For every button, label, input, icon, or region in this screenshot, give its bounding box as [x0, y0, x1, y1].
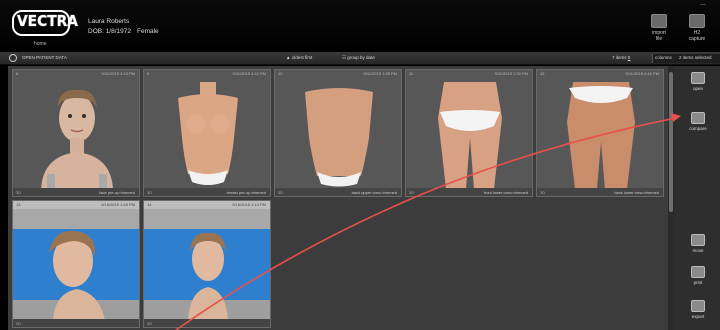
print-button[interactable]: print — [684, 266, 712, 285]
torso-front-image — [144, 78, 270, 189]
group-by-date-toggle[interactable]: ☷ group by date — [342, 55, 375, 61]
patient-name: Laura Roberts — [88, 18, 130, 25]
import-icon — [651, 14, 667, 28]
tile-number: 14 — [147, 202, 152, 207]
h2-capture-button[interactable]: H2 capture — [680, 14, 714, 42]
gender-text: Female — [137, 28, 159, 35]
home-label: home — [34, 41, 47, 47]
export-button[interactable]: export — [684, 300, 712, 319]
torso-back-image — [275, 78, 401, 189]
open-patient-icon[interactable] — [9, 54, 17, 62]
hips-back-image — [537, 78, 663, 189]
tile-type: 3D — [16, 189, 22, 195]
camera-icon — [689, 14, 705, 28]
export-label: export — [691, 314, 705, 319]
open-label: open — [692, 86, 703, 91]
tile-number: 10 — [278, 71, 283, 76]
tile-number: 13 — [16, 202, 21, 207]
tile-type: 3D — [278, 189, 284, 195]
minimize-icon[interactable]: — — [700, 2, 706, 8]
move-label: move — [692, 248, 704, 253]
thumbnail-tile[interactable]: 13 9/16/2015 1:28 PM 2D — [12, 200, 140, 328]
tile-number: 9 — [147, 71, 150, 76]
tile-number: 11 — [409, 71, 414, 76]
tile-caption: face pre-op trimmed — [99, 189, 135, 195]
tile-caption: breast pre-op trimmed — [226, 189, 266, 195]
tile-type: 2D — [16, 320, 22, 326]
view-options-bar: OPEN PATIENT DATA ▲ oldest first ☷ group… — [0, 52, 720, 65]
import-file-button[interactable]: import file — [642, 14, 676, 42]
compare-icon — [691, 112, 705, 124]
move-icon — [691, 234, 705, 246]
tile-number: 12 — [540, 71, 545, 76]
tile-date: 9/11/2015 1:28 PM — [363, 71, 397, 76]
logo-text: VECTRA — [17, 12, 78, 30]
open-button[interactable]: open — [684, 72, 712, 91]
move-button[interactable]: move — [684, 234, 712, 253]
tile-date: 9/16/2015 1:28 PM — [101, 202, 135, 207]
face-blue-left-image — [13, 209, 139, 320]
thumbnail-tile[interactable]: 8 9/11/2015 4:13 PM 3D face pre-op trimmed — [12, 69, 140, 197]
patient-dob: DOB: 1/8/1972 Female — [88, 28, 159, 35]
thumbnail-tile[interactable]: 12 9/11/2015 4:40 PM 3D back lower torso t… — [536, 69, 664, 197]
vectra-logo[interactable]: VECTRA home — [12, 8, 78, 48]
tile-date: 9/11/2015 1:30 PM — [494, 71, 528, 76]
dob-text: DOB: 1/8/1972 — [88, 28, 131, 35]
compare-label: compare — [689, 126, 707, 131]
grid-scrollbar[interactable] — [668, 66, 674, 330]
top-bar: VECTRA home Laura Roberts DOB: 1/8/1972 F… — [0, 0, 720, 52]
thumbnail-tile[interactable]: 11 9/11/2015 1:30 PM 3D front lower torso … — [405, 69, 533, 197]
face-image — [13, 78, 139, 189]
print-label: print — [693, 280, 703, 285]
open-patient-data-link[interactable]: OPEN PATIENT DATA — [22, 55, 67, 60]
items-count: 7 items 5 — [612, 55, 631, 60]
hips-front-image — [406, 78, 532, 189]
tile-date: 9/16/2015 1:14 PM — [232, 202, 266, 207]
tile-date: 9/11/2015 4:40 PM — [625, 71, 659, 76]
face-blue-front-image — [144, 209, 270, 320]
export-icon — [691, 300, 705, 312]
import-label: import file — [652, 30, 666, 42]
tile-type: 2D — [147, 320, 153, 326]
thumbnail-tile[interactable]: 9 9/11/2015 4:22 PM 3D breast pre-op trimm… — [143, 69, 271, 197]
folder-icon — [691, 72, 705, 84]
columns-label: columns — [655, 55, 672, 60]
thumbnail-tile[interactable]: 14 9/16/2015 1:14 PM 2D — [143, 200, 271, 328]
selected-count: 2 items selected — [679, 55, 712, 60]
tile-caption: back lower torso trimmed — [614, 189, 659, 195]
tile-date: 9/11/2015 4:13 PM — [101, 71, 135, 76]
thumbnail-tile[interactable]: 10 9/11/2015 1:28 PM 3D back upper torso t… — [274, 69, 402, 197]
tile-type: 3D — [540, 189, 546, 195]
columns-value[interactable]: 5 — [628, 55, 631, 60]
tile-type: 3D — [147, 189, 153, 195]
tile-date: 9/11/2015 4:22 PM — [232, 71, 266, 76]
tile-caption: front lower torso trimmed — [483, 189, 528, 195]
compare-button[interactable]: compare — [684, 112, 712, 131]
action-rail — [668, 66, 720, 330]
selection-status: columns 2 items selected — [652, 54, 720, 63]
printer-icon — [691, 266, 705, 278]
tile-caption: back upper torso trimmed — [351, 189, 397, 195]
tile-number: 8 — [16, 71, 19, 76]
scroll-thumb[interactable] — [669, 72, 673, 212]
tile-type: 3D — [409, 189, 415, 195]
capture-label: H2 capture — [688, 30, 706, 42]
oldest-first-toggle[interactable]: ▲ oldest first — [286, 55, 312, 60]
